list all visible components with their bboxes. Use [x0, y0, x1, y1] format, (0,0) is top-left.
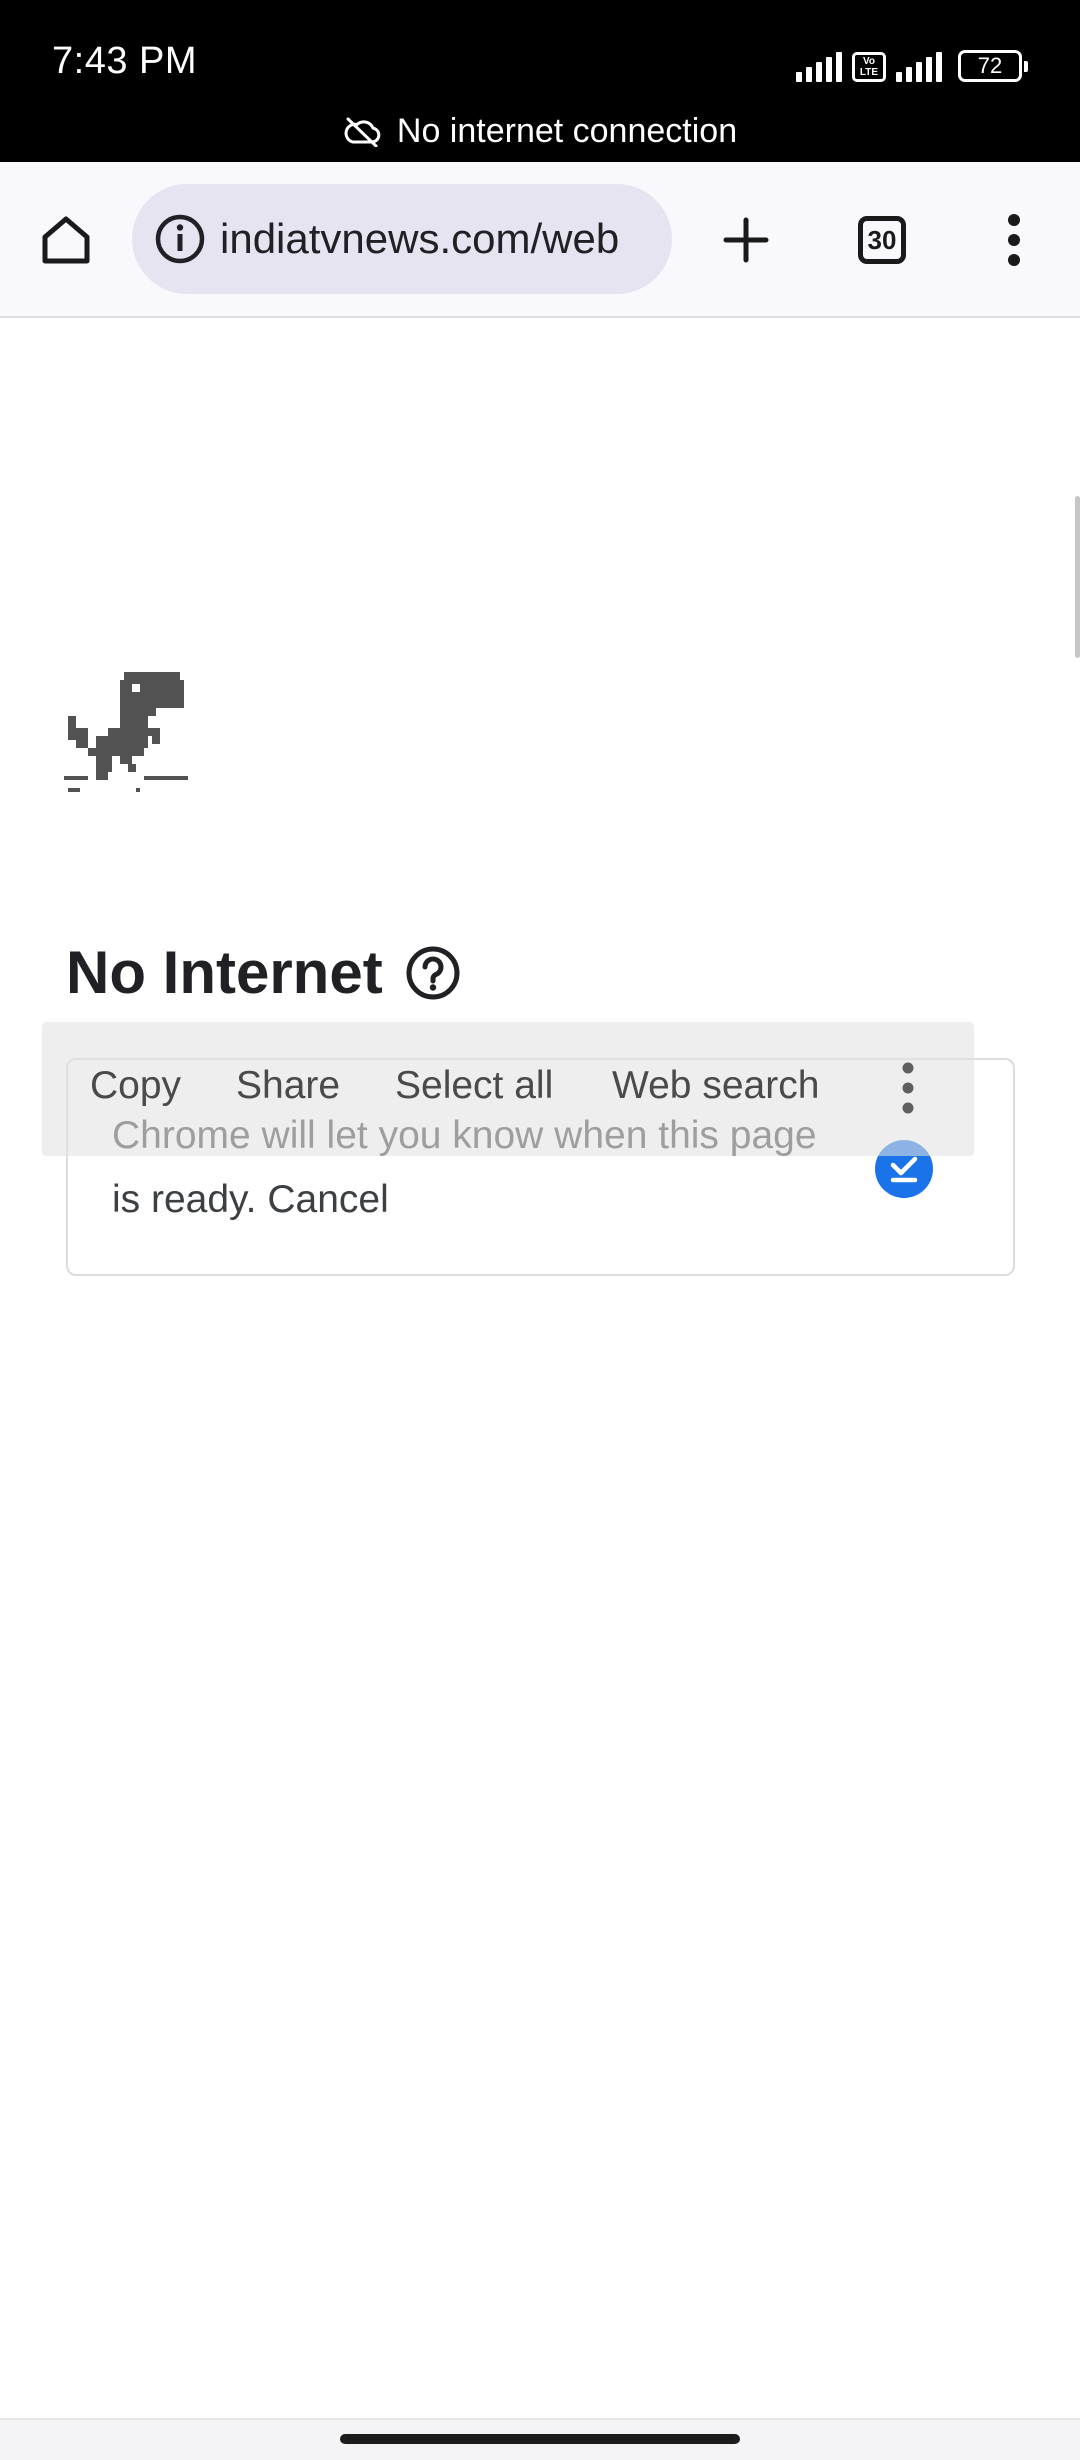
battery-icon: 72	[958, 50, 1028, 82]
tab-count: 30	[858, 216, 906, 264]
tab-switcher-button[interactable]: 30	[842, 200, 922, 280]
error-title-row: No Internet	[66, 938, 461, 1007]
status-time: 7:43 PM	[52, 40, 198, 82]
url-text: indiatvnews.com/web	[220, 215, 620, 262]
dino-icon	[64, 672, 188, 792]
gesture-handle[interactable]	[340, 2434, 740, 2444]
home-icon	[42, 216, 90, 264]
page-title: No Internet	[66, 939, 383, 1006]
status-bar: 7:43 PM Vo LTE 72 No internet connection	[0, 0, 1080, 162]
volte-icon: Vo LTE	[852, 52, 886, 82]
share-button[interactable]: Share	[236, 1064, 340, 1108]
more-vert-icon[interactable]	[898, 1060, 918, 1116]
web-search-button[interactable]: Web search	[612, 1064, 819, 1108]
status-icons: Vo LTE 72	[796, 46, 1028, 82]
text-selection-menu: Copy Share Select all Web search	[42, 1022, 974, 1156]
copy-button[interactable]: Copy	[90, 1064, 181, 1108]
battery-level: 72	[977, 53, 1003, 78]
help-circle-icon[interactable]	[405, 945, 461, 1001]
home-button[interactable]	[26, 200, 106, 280]
address-bar[interactable]: indiatvnews.com/web	[132, 184, 672, 294]
more-vert-icon	[1008, 214, 1020, 266]
signal-icon	[796, 52, 842, 82]
offline-banner: No internet connection	[0, 112, 1080, 151]
signal-icon-2	[896, 52, 942, 82]
menu-button[interactable]	[974, 200, 1054, 280]
new-tab-button[interactable]	[706, 200, 786, 280]
cancel-link[interactable]: Cancel	[267, 1178, 388, 1221]
dino-game[interactable]	[64, 672, 188, 801]
info-icon[interactable]	[152, 211, 208, 267]
browser-toolbar: indiatvnews.com/web 30	[0, 162, 1080, 318]
offline-text: No internet connection	[396, 112, 738, 150]
plus-icon	[723, 217, 769, 263]
select-all-button[interactable]: Select all	[395, 1064, 553, 1108]
cloud-off-icon	[344, 117, 381, 147]
scroll-indicator[interactable]	[1075, 496, 1080, 658]
